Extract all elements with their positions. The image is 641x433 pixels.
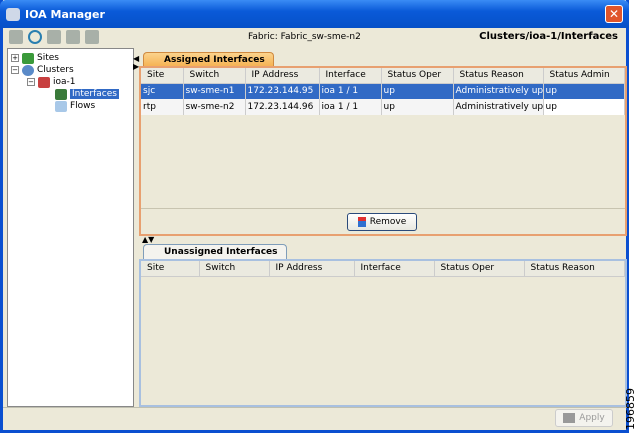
column-header[interactable]: Status Reason bbox=[524, 261, 625, 277]
expand-icon[interactable]: + bbox=[11, 54, 19, 62]
divider bbox=[3, 407, 632, 408]
remove-icon bbox=[357, 217, 366, 227]
tree-label: Flows bbox=[70, 101, 96, 111]
column-header[interactable]: Interface bbox=[354, 261, 435, 277]
column-header[interactable]: Status Oper bbox=[434, 261, 525, 277]
column-header[interactable]: Site bbox=[141, 68, 184, 84]
column-header[interactable]: IP Address bbox=[245, 68, 320, 84]
tree-item-sites[interactable]: + Sites bbox=[11, 52, 59, 64]
cell: up bbox=[381, 83, 454, 99]
column-header[interactable]: Status Admin bbox=[543, 68, 625, 84]
forward-icon[interactable] bbox=[66, 30, 80, 44]
table-row[interactable]: rtp sw-sme-n2 172.23.144.96 ioa 1 / 1 up… bbox=[141, 99, 625, 115]
table-header: Site Switch IP Address Interface Status … bbox=[141, 261, 625, 277]
cell: sjc bbox=[141, 83, 184, 99]
tree-item-flows[interactable]: Flows bbox=[55, 100, 95, 112]
navigation-tree: + Sites − Clusters − ioa-1 Interfaces Flows bbox=[7, 48, 134, 407]
tree-label: ioa-1 bbox=[53, 77, 76, 87]
fabric-label: Fabric: Fabric_sw-sme-n2 bbox=[248, 32, 361, 42]
refresh-icon[interactable] bbox=[28, 30, 42, 44]
column-header[interactable]: Switch bbox=[183, 68, 246, 84]
apply-icon bbox=[563, 413, 576, 423]
window-title: IOA Manager bbox=[25, 7, 105, 21]
cell: sw-sme-n1 bbox=[183, 83, 246, 99]
cell: rtp bbox=[141, 99, 184, 115]
close-button[interactable]: ✕ bbox=[605, 5, 623, 23]
tree-label: Interfaces bbox=[70, 89, 119, 99]
remove-label: Remove bbox=[369, 217, 407, 227]
cell: up bbox=[543, 99, 625, 115]
apply-button[interactable]: Apply bbox=[555, 409, 613, 427]
add-icon[interactable] bbox=[47, 30, 61, 44]
cluster-icon bbox=[38, 76, 50, 88]
unassigned-interfaces-table: Site Switch IP Address Interface Status … bbox=[141, 261, 625, 277]
figure-id: 196859 bbox=[624, 388, 637, 430]
column-header[interactable]: Status Oper bbox=[381, 68, 454, 84]
tab-assigned-interfaces[interactable]: Assigned Interfaces bbox=[143, 52, 274, 67]
cell: Administratively up bbox=[453, 83, 544, 99]
cell: up bbox=[543, 83, 625, 99]
table-header: Site Switch IP Address Interface Status … bbox=[141, 68, 625, 84]
cell: Administratively up bbox=[453, 99, 544, 115]
tab-unassigned-interfaces[interactable]: Unassigned Interfaces bbox=[143, 244, 287, 259]
apply-label: Apply bbox=[579, 413, 605, 423]
horizontal-split-arrows-icon[interactable]: ▲▼ bbox=[142, 235, 154, 244]
flows-icon bbox=[55, 100, 67, 112]
tree-item-ioa-1[interactable]: − ioa-1 bbox=[27, 76, 76, 88]
tree-label: Sites bbox=[37, 53, 59, 63]
chart-icon[interactable] bbox=[85, 30, 99, 44]
divider bbox=[141, 208, 625, 209]
column-header[interactable]: Interface bbox=[319, 68, 382, 84]
remove-button[interactable]: Remove bbox=[347, 213, 417, 231]
tree-label: Clusters bbox=[37, 65, 74, 75]
column-header[interactable]: Status Reason bbox=[453, 68, 544, 84]
tree-item-interfaces[interactable]: Interfaces bbox=[55, 88, 119, 100]
cell: up bbox=[381, 99, 454, 115]
interfaces-icon bbox=[55, 88, 67, 100]
collapse-icon[interactable]: − bbox=[27, 78, 35, 86]
cell: 172.23.144.96 bbox=[245, 99, 320, 115]
cell: ioa 1 / 1 bbox=[319, 99, 382, 115]
tree-item-clusters[interactable]: − Clusters bbox=[11, 64, 74, 76]
table-row[interactable]: sjc sw-sme-n1 172.23.144.95 ioa 1 / 1 up… bbox=[141, 83, 625, 99]
clusters-icon bbox=[22, 64, 34, 76]
cell: ioa 1 / 1 bbox=[319, 83, 382, 99]
ioa-manager-window: IOA Manager ✕ Fabric: Fabric_sw-sme-n2 C… bbox=[0, 0, 632, 433]
breadcrumb: Clusters/ioa-1/Interfaces bbox=[479, 31, 618, 42]
column-header[interactable]: Site bbox=[141, 261, 200, 277]
unassigned-interfaces-panel: Site Switch IP Address Interface Status … bbox=[139, 259, 627, 407]
column-header[interactable]: IP Address bbox=[269, 261, 355, 277]
assigned-interfaces-panel: Site Switch IP Address Interface Status … bbox=[139, 66, 627, 236]
column-header[interactable]: Switch bbox=[199, 261, 270, 277]
back-icon[interactable] bbox=[9, 30, 23, 44]
cell: 172.23.144.95 bbox=[245, 83, 320, 99]
title-bar: IOA Manager ✕ bbox=[0, 0, 629, 28]
app-logo-icon bbox=[6, 7, 20, 21]
collapse-icon[interactable]: − bbox=[11, 66, 19, 74]
toolbar bbox=[9, 30, 99, 46]
assigned-interfaces-table: Site Switch IP Address Interface Status … bbox=[141, 68, 625, 115]
sites-icon bbox=[22, 52, 34, 64]
cell: sw-sme-n2 bbox=[183, 99, 246, 115]
